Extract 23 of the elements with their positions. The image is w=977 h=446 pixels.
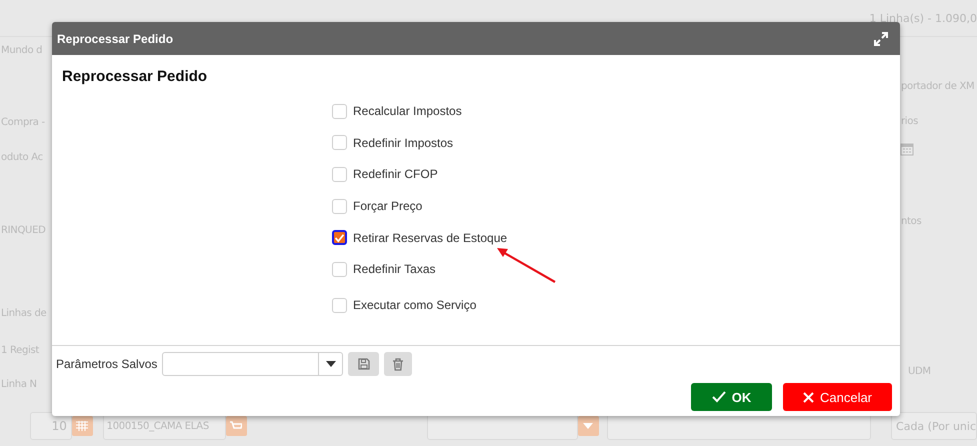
option-label: Recalcular Impostos bbox=[353, 104, 462, 118]
annotation-arrow bbox=[495, 246, 557, 284]
option-label: Forçar Preço bbox=[353, 199, 422, 214]
delete-button[interactable] bbox=[384, 352, 412, 376]
dialog-heading: Reprocessar Pedido bbox=[62, 68, 208, 85]
option-label: Redefinir Impostos bbox=[353, 136, 454, 150]
caret-icon bbox=[326, 361, 336, 367]
cancel-button[interactable]: Cancelar bbox=[783, 383, 892, 411]
option-label: Redefinir Taxas bbox=[353, 262, 436, 276]
ok-button[interactable]: OK bbox=[691, 383, 772, 411]
checkbox[interactable] bbox=[332, 230, 347, 246]
check-icon bbox=[712, 391, 726, 403]
saved-parameters-dropdown[interactable] bbox=[162, 352, 344, 376]
field-label: Parâmetros Salvos bbox=[56, 357, 158, 371]
trash-icon bbox=[392, 358, 404, 370]
dialog-title: Reprocessar Pedido bbox=[57, 32, 174, 46]
close-icon bbox=[802, 392, 814, 402]
save-icon bbox=[358, 358, 370, 370]
expand-icon[interactable] bbox=[874, 32, 888, 46]
save-button[interactable] bbox=[348, 352, 380, 376]
option-label: Executar como Serviço bbox=[353, 298, 476, 312]
option-label: Retirar Reservas de Estoque bbox=[353, 230, 508, 245]
option-label: Redefinir CFOP bbox=[353, 167, 438, 182]
